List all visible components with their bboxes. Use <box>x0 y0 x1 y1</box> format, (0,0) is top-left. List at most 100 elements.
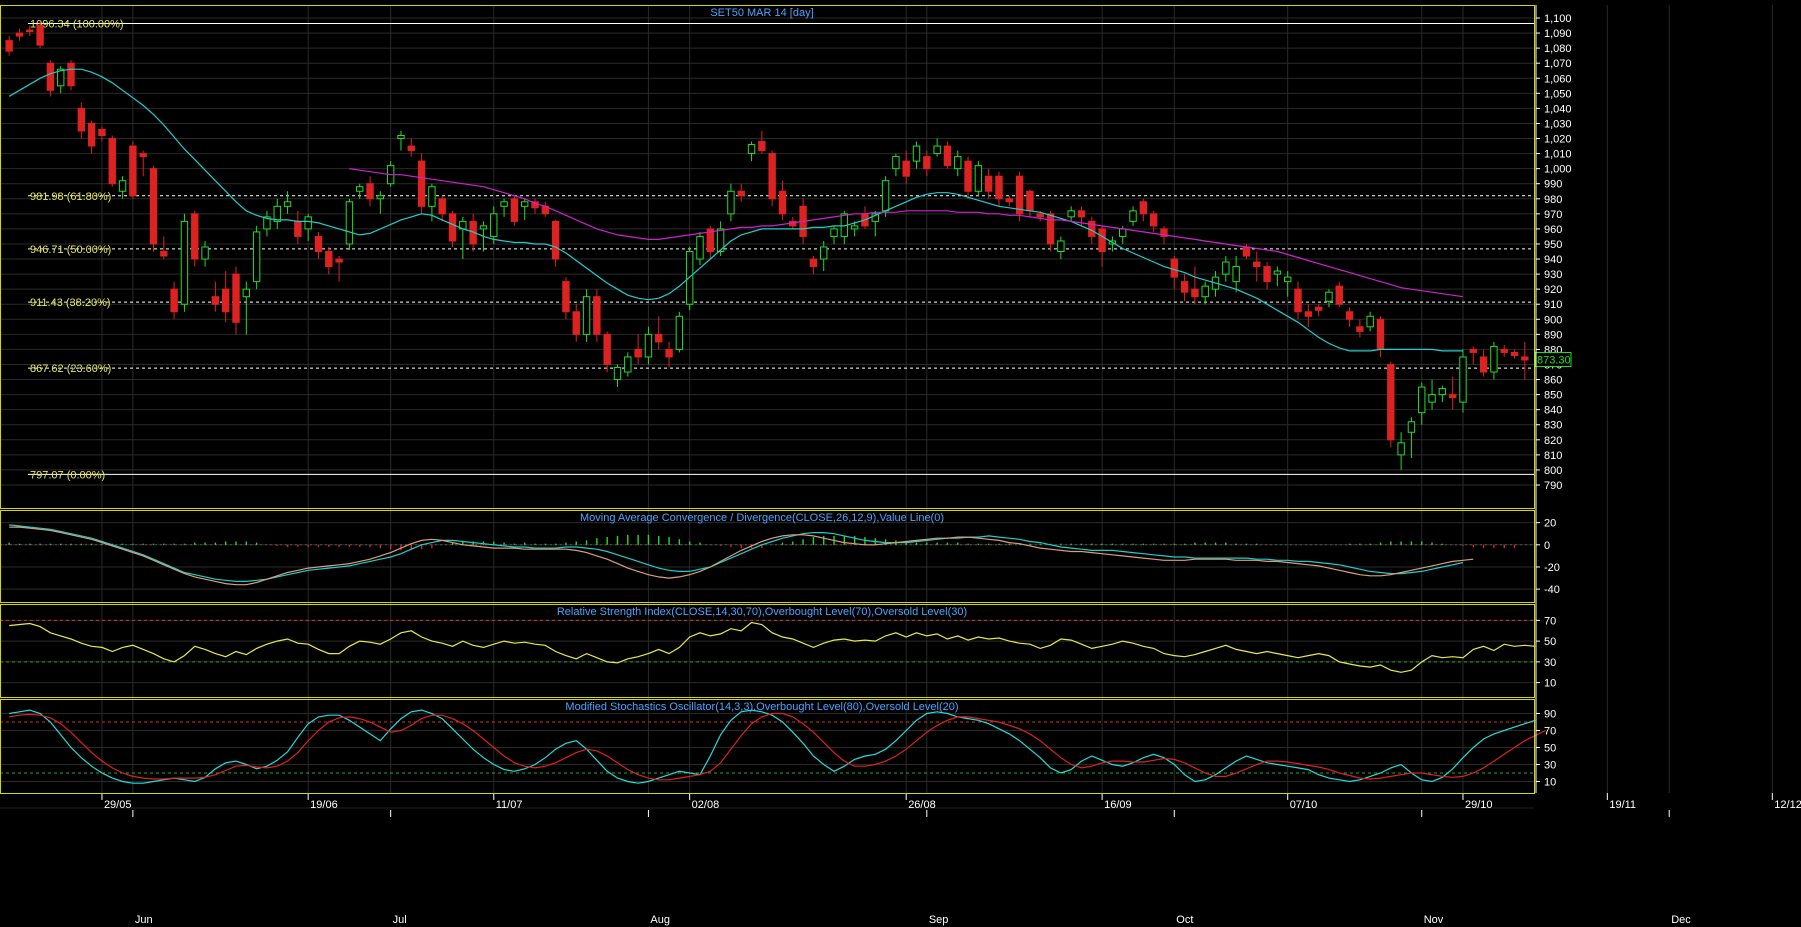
candle-body <box>984 175 993 192</box>
y-tick-label: 50 <box>1544 743 1556 755</box>
candle-body <box>1180 281 1189 293</box>
y-tick-label: 1,050 <box>1544 88 1572 100</box>
x-tick-label-month: Sep <box>929 914 949 926</box>
candle-body <box>201 246 209 260</box>
candle-body <box>943 145 952 167</box>
candle-body <box>1191 288 1199 298</box>
candle-body <box>1232 266 1240 283</box>
candle-body <box>1438 388 1447 396</box>
candle-body <box>1119 228 1127 237</box>
candle-body <box>67 62 75 87</box>
candle-body <box>356 186 364 192</box>
candle-body <box>294 220 302 237</box>
candle-body <box>283 201 292 207</box>
candle-body <box>964 160 972 192</box>
y-tick-label: 1,020 <box>1544 134 1572 146</box>
candle-body <box>1222 261 1230 275</box>
candle-body <box>830 228 838 237</box>
candle-body <box>1242 246 1251 257</box>
y-tick-label: 790 <box>1544 480 1562 492</box>
candle-body <box>118 180 127 192</box>
x-tick-label-date: 02/08 <box>692 799 720 811</box>
panel-title: Relative Strength Index(CLOSE,14,30,70),… <box>557 606 967 618</box>
candle-body <box>1397 442 1405 456</box>
candle-body <box>139 153 147 158</box>
background <box>0 0 1801 927</box>
candle-body <box>820 246 828 260</box>
candle-body <box>5 40 13 52</box>
candle-body <box>180 220 189 305</box>
candle-body <box>490 213 498 237</box>
y-tick-label: 10 <box>1544 678 1556 690</box>
y-tick-label: 70 <box>1544 615 1556 627</box>
candle-body <box>242 288 251 298</box>
candle-body <box>232 273 240 323</box>
candle-body <box>448 213 457 242</box>
y-tick-label: 90 <box>1544 709 1556 721</box>
fib-level-label: 981.98 (61.80%) <box>30 191 111 203</box>
y-tick-label: 30 <box>1544 657 1556 669</box>
candle-body <box>26 29 34 33</box>
y-tick-label: 920 <box>1544 284 1562 296</box>
x-tick-label-month: Jul <box>393 914 407 926</box>
candle-body <box>520 201 529 207</box>
y-tick-label: 1,040 <box>1544 103 1572 115</box>
candle-body <box>727 190 735 215</box>
candle-body <box>417 160 426 207</box>
x-tick-label-date: 12/12 <box>1774 799 1801 811</box>
candle-body <box>624 356 632 373</box>
candle-body <box>211 296 220 305</box>
chart-stage: 1096.34 (100.00%) 981.98 (61.80%) 946.71 (… <box>0 0 1801 927</box>
candle-body <box>1418 386 1426 414</box>
candle-body <box>655 333 663 343</box>
candle-body <box>933 145 941 155</box>
candle-body <box>314 235 323 253</box>
y-tick-label: 10 <box>1544 777 1556 789</box>
candle-body <box>345 201 354 245</box>
y-tick-label: 980 <box>1544 194 1562 206</box>
x-tick-label-date: 19/11 <box>1609 799 1636 811</box>
candle-body <box>129 145 137 197</box>
x-tick-label-month: Dec <box>1671 914 1691 926</box>
candle-body <box>995 175 1003 200</box>
candle-body <box>974 165 983 192</box>
candle-body <box>36 25 44 46</box>
candle-body <box>593 296 601 335</box>
candle-body <box>1015 175 1024 215</box>
candle-body <box>1345 311 1354 320</box>
candle-body <box>1356 326 1364 332</box>
candle-body <box>149 168 158 245</box>
candle-body <box>366 183 374 200</box>
y-tick-label: 0 <box>1544 540 1550 552</box>
x-tick-label-date: 11/07 <box>496 799 523 811</box>
candle-body <box>15 32 24 37</box>
candle-body <box>1469 348 1477 353</box>
y-tick-label: 70 <box>1544 726 1556 738</box>
candle-body <box>1521 356 1529 361</box>
candle-body <box>1005 198 1014 203</box>
y-tick-label: 860 <box>1544 375 1562 387</box>
candle-body <box>665 348 673 358</box>
y-tick-label: 910 <box>1544 299 1562 311</box>
fib-level-label: 797.07 (0.00%) <box>30 469 105 481</box>
candle-body <box>1304 311 1313 317</box>
candle-body <box>892 156 900 170</box>
candle-body <box>304 216 312 230</box>
x-tick-label-month: Jun <box>135 914 153 926</box>
candle-body <box>1283 276 1292 283</box>
candle-body <box>1428 394 1436 403</box>
candle-body <box>1046 213 1055 245</box>
candle-body <box>778 190 787 215</box>
y-tick-label: 850 <box>1544 390 1562 402</box>
candle-body <box>613 366 622 381</box>
x-tick-label-month: Aug <box>650 914 670 926</box>
x-tick-label-date: 16/09 <box>1104 799 1132 811</box>
candle-body <box>809 258 818 268</box>
candle-body <box>1129 210 1137 222</box>
candle-body <box>562 281 570 313</box>
candle-body <box>1067 210 1075 218</box>
candle-body <box>1366 315 1374 328</box>
candle-body <box>500 201 508 207</box>
y-tick-label: 50 <box>1544 636 1556 648</box>
candle-body <box>912 145 921 162</box>
